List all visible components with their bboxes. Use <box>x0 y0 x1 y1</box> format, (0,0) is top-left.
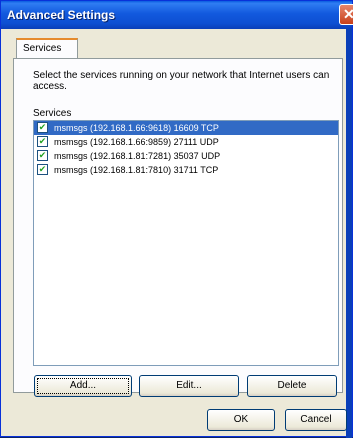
service-checkbox[interactable]: ✔ <box>37 122 48 133</box>
service-row[interactable]: ✔ msmsgs (192.168.1.66:9859) 27111 UDP <box>34 135 338 149</box>
title-bar[interactable]: Advanced Settings ✕ <box>1 1 353 29</box>
close-button[interactable]: ✕ <box>339 4 353 25</box>
service-row[interactable]: ✔ msmsgs (192.168.1.81:7281) 35037 UDP <box>34 149 338 163</box>
service-label: msmsgs (192.168.1.66:9618) 16609 TCP <box>54 123 219 133</box>
close-icon: ✕ <box>343 6 353 22</box>
service-checkbox[interactable]: ✔ <box>37 150 48 161</box>
service-row[interactable]: ✔ msmsgs (192.168.1.66:9618) 16609 TCP <box>34 121 338 135</box>
services-description: Select the services running on your netw… <box>33 70 330 92</box>
service-row[interactable]: ✔ msmsgs (192.168.1.81:7810) 31711 TCP <box>34 163 338 177</box>
tab-services-label: Services <box>23 43 62 54</box>
ok-button[interactable]: OK <box>207 409 275 431</box>
window-frame-edge <box>346 29 352 438</box>
delete-button[interactable]: Delete <box>247 375 337 397</box>
service-checkbox[interactable]: ✔ <box>37 164 48 175</box>
cancel-button[interactable]: Cancel <box>285 409 347 431</box>
window-title: Advanced Settings <box>7 8 116 22</box>
edit-button[interactable]: Edit... <box>139 375 239 397</box>
services-list[interactable]: ✔ msmsgs (192.168.1.66:9618) 16609 TCP ✔… <box>33 120 339 366</box>
tab-services[interactable]: Services <box>16 38 78 59</box>
service-label: msmsgs (192.168.1.81:7281) 35037 UDP <box>54 151 221 161</box>
add-button[interactable]: Add... <box>34 375 132 397</box>
advanced-settings-dialog: Advanced Settings ✕ Services Select the … <box>0 0 353 438</box>
service-label: msmsgs (192.168.1.81:7810) 31711 TCP <box>54 165 219 175</box>
service-checkbox[interactable]: ✔ <box>37 136 48 147</box>
service-label: msmsgs (192.168.1.66:9859) 27111 UDP <box>54 137 219 147</box>
services-list-label: Services <box>33 108 72 119</box>
